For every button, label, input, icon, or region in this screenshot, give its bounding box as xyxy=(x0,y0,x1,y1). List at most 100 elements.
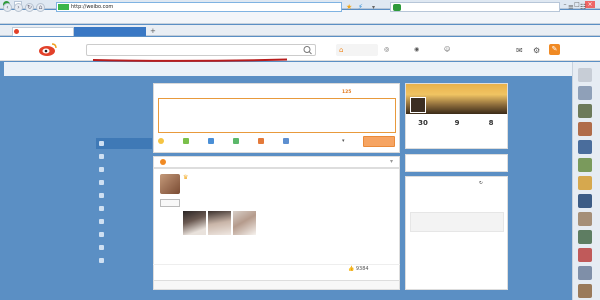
back-arrow-icon: ‹ xyxy=(6,4,9,11)
home-nav-icon: ⌂ xyxy=(339,46,344,54)
hot-topic-item[interactable] xyxy=(410,236,504,246)
post-photo-1[interactable] xyxy=(183,211,206,235)
composer-hint-count: 125 xyxy=(342,90,352,95)
side-avatar-6[interactable] xyxy=(578,158,592,172)
weibo-search-input[interactable] xyxy=(86,44,316,56)
left-nav-item-special[interactable] xyxy=(96,151,152,162)
nav-game[interactable]: ◉ xyxy=(414,44,419,56)
stat-posts[interactable]: 8 xyxy=(474,119,508,128)
profile-avatar[interactable] xyxy=(410,97,426,113)
notice-bar xyxy=(0,62,600,76)
nav-discover[interactable]: ◎ xyxy=(384,44,389,56)
side-avatar-9[interactable] xyxy=(578,212,592,226)
left-nav-item-favorites[interactable] xyxy=(96,111,152,122)
left-nav-item-company[interactable] xyxy=(96,203,152,214)
hot-topic-item[interactable] xyxy=(410,286,504,296)
compose-icon[interactable]: ✉ xyxy=(516,46,523,55)
edit-icon[interactable]: ✎ xyxy=(549,44,560,55)
send-button[interactable] xyxy=(363,136,395,147)
extensions-icon[interactable]: ☷ xyxy=(580,3,586,11)
emoji-button[interactable] xyxy=(158,138,166,146)
hot-topic-item[interactable] xyxy=(410,256,504,266)
nav-home[interactable]: ⌂ xyxy=(336,44,378,56)
discover-icon: ◎ xyxy=(384,46,390,53)
stat-followers[interactable]: 9 xyxy=(440,119,474,128)
group-icon xyxy=(99,219,104,224)
new-user-guide[interactable] xyxy=(405,154,508,172)
chevron-down-icon: ▾ xyxy=(342,138,345,144)
visibility-select[interactable]: ▾ xyxy=(342,138,345,144)
like-button[interactable]: 👍 9384 xyxy=(348,266,369,272)
side-avatar-13[interactable] xyxy=(578,284,592,298)
image-button[interactable] xyxy=(183,138,191,146)
left-nav-item-messages[interactable] xyxy=(96,97,152,108)
url-input[interactable]: http://weibo.com xyxy=(56,2,342,12)
hot-topic-item[interactable] xyxy=(410,266,504,276)
address-bar xyxy=(0,10,600,24)
left-nav-item-celebs[interactable] xyxy=(96,177,152,188)
hot-topic-item[interactable] xyxy=(410,200,504,210)
browser-search-input[interactable] xyxy=(390,2,560,12)
tab-weibo[interactable] xyxy=(12,27,74,36)
reload-button[interactable]: ↻ xyxy=(25,3,34,12)
left-nav-item-all[interactable] xyxy=(96,138,152,149)
dropdown-icon[interactable]: ▾ xyxy=(372,4,375,11)
side-avatar-1[interactable] xyxy=(578,68,592,82)
hot-ad[interactable] xyxy=(410,212,504,232)
article-button[interactable] xyxy=(258,138,266,146)
settings-icon[interactable]: ⚙ xyxy=(533,46,540,55)
left-nav-item-friends-2[interactable] xyxy=(96,229,152,240)
weibo-logo-icon xyxy=(39,43,57,56)
side-avatar-8[interactable] xyxy=(578,194,592,208)
chevron-down-icon[interactable]: ▾ xyxy=(390,158,393,165)
new-tab-button[interactable]: + xyxy=(150,27,156,35)
side-avatar-7[interactable] xyxy=(578,176,592,190)
side-avatar-11[interactable] xyxy=(578,248,592,262)
weibo-logo[interactable] xyxy=(38,41,80,57)
left-nav-item-home[interactable] xyxy=(96,83,152,94)
home-icon: ⌂ xyxy=(38,4,43,11)
left-nav-item-relatives[interactable] xyxy=(96,242,152,253)
side-avatar-12[interactable] xyxy=(578,266,592,280)
group-icon xyxy=(99,193,104,198)
stat-posts-count: 8 xyxy=(488,119,494,127)
long-weibo-button[interactable] xyxy=(283,138,291,146)
side-avatar-3[interactable] xyxy=(578,104,592,118)
topic-icon xyxy=(233,138,239,144)
nav-user[interactable]: ☺ xyxy=(444,44,450,56)
search-icon xyxy=(303,46,312,55)
hot-topic-item[interactable] xyxy=(410,276,504,286)
back-button[interactable]: ‹ xyxy=(3,3,12,12)
menu-icon[interactable]: ≡ xyxy=(568,3,574,11)
lightning-icon[interactable]: ⚡ xyxy=(358,3,363,11)
load-more-button[interactable] xyxy=(153,280,400,290)
composer-hint: 125 xyxy=(342,90,351,95)
left-nav-item-friends[interactable] xyxy=(96,164,152,175)
avatar[interactable] xyxy=(160,174,180,194)
close-window-button[interactable]: × xyxy=(585,1,595,8)
side-avatar-10[interactable] xyxy=(578,230,592,244)
stat-following[interactable]: 30 xyxy=(406,119,440,128)
forward-button[interactable]: › xyxy=(14,3,23,12)
tab-favicon-icon xyxy=(14,29,19,34)
home-button[interactable]: ⌂ xyxy=(36,3,45,12)
star-icon[interactable]: ★ xyxy=(346,3,352,11)
video-button[interactable] xyxy=(208,138,216,146)
side-avatar-4[interactable] xyxy=(578,122,592,136)
weibo-search-button[interactable] xyxy=(302,45,314,55)
post-photo-3[interactable] xyxy=(233,211,256,235)
hot-topic-item[interactable] xyxy=(410,190,504,200)
left-nav-item-colleagues[interactable] xyxy=(96,190,152,201)
hot-topic-item[interactable] xyxy=(410,246,504,256)
topic-button[interactable] xyxy=(233,138,241,146)
follow-button[interactable] xyxy=(160,199,180,207)
left-nav-item-tech[interactable] xyxy=(96,216,152,227)
tab-weibo-2[interactable] xyxy=(74,27,146,36)
left-nav-item-travel[interactable] xyxy=(96,255,152,266)
hot-change-button[interactable]: ↻ xyxy=(479,181,483,186)
post-photo-2[interactable] xyxy=(208,211,231,235)
side-avatar-2[interactable] xyxy=(578,86,592,100)
side-avatar-5[interactable] xyxy=(578,140,592,154)
post-author[interactable]: ♛ xyxy=(183,174,188,181)
composer-textarea[interactable] xyxy=(158,98,396,133)
